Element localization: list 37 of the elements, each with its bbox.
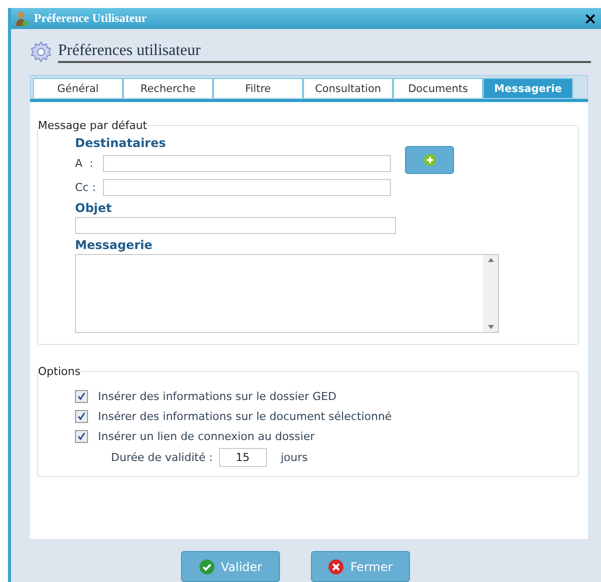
checkbox[interactable]: [75, 430, 88, 442]
number-field[interactable]: 15: [218, 448, 267, 466]
tab[interactable]: Documents: [393, 78, 483, 98]
input-field[interactable]: [75, 217, 396, 234]
user-icon: [15, 10, 29, 26]
checkbox[interactable]: [75, 410, 88, 422]
section-heading: Objet: [75, 201, 113, 215]
scroll-down-icon[interactable]: [488, 325, 494, 329]
field-label: Durée de validité :: [111, 450, 213, 464]
plus-icon: [424, 154, 436, 166]
tab[interactable]: Filtre: [213, 78, 303, 98]
gear-icon: [30, 41, 52, 63]
window-title: Préference Utilisateur: [34, 11, 148, 26]
section-heading: Messagerie: [75, 238, 154, 252]
group-legend: Options: [38, 365, 80, 378]
close-button[interactable]: ×: [584, 10, 597, 26]
option-label: Insérer des informations sur le dossier GED: [98, 390, 336, 402]
tab[interactable]: Recherche: [123, 78, 213, 98]
option-label: Insérer un lien de connexion au dossier: [98, 430, 315, 442]
section-heading: Destinataires: [75, 136, 167, 150]
scroll-up-icon[interactable]: [488, 258, 494, 262]
field-label: Cc :: [75, 181, 97, 194]
field-label: A :: [75, 156, 94, 170]
option-label: Insérer des informations sur le document sélectionné: [98, 410, 392, 422]
input-field[interactable]: [103, 179, 391, 196]
check-icon: [198, 558, 215, 574]
unit-label: jours: [280, 450, 308, 464]
group-legend: Message par défaut: [38, 119, 148, 132]
add-button[interactable]: [405, 146, 454, 174]
text-area[interactable]: [75, 254, 499, 333]
input-field[interactable]: [103, 154, 391, 172]
tab[interactable]: Consultation: [303, 78, 393, 98]
scrollbar[interactable]: [483, 255, 498, 332]
tab[interactable]: Général: [33, 78, 123, 98]
checkbox[interactable]: [75, 390, 88, 402]
close-icon: [328, 558, 344, 574]
page-heading: Préférences utilisateur: [58, 42, 591, 62]
